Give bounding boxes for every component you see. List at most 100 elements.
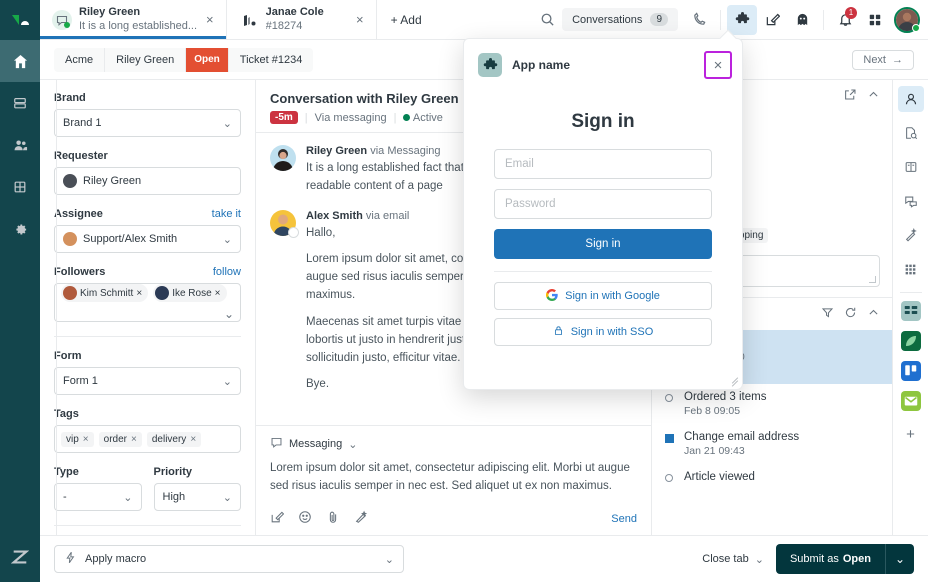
list-item[interactable]: Change email address Jan 21 09:43 [652,424,892,464]
requester-value: Riley Green [83,175,142,187]
sign-in-button[interactable]: Sign in [494,229,712,259]
conversations-pill[interactable]: Conversations 9 [562,8,678,31]
knowledge-icon[interactable] [898,154,924,180]
app-tile-leaf[interactable] [900,331,921,351]
brand-select[interactable]: Brand 1 ⌄ [54,109,241,137]
remove-icon[interactable]: × [215,288,221,299]
conversations-label: Conversations [572,13,643,26]
sidebar-item-customers[interactable] [0,124,40,166]
composer-channel-select[interactable]: Messaging ⌄ [270,436,637,452]
assignee-select[interactable]: Support/Alex Smith ⌄ [54,225,241,253]
collapse-icon[interactable] [867,306,880,322]
submit-label: Submit as Open [776,544,885,574]
follower-chip[interactable]: Ike Rose × [153,284,227,302]
sidebar-item-views[interactable] [0,82,40,124]
user-icon[interactable] [897,86,924,112]
tab-janae-cole[interactable]: Janae Cole #18274 × [227,0,377,39]
submit-button[interactable]: Submit as Open ⌄ [775,544,914,574]
compose-icon[interactable] [757,5,787,35]
sign-in-with-google-button[interactable]: Sign in with Google [494,282,712,310]
tag-chip[interactable]: order × [98,431,142,447]
priority-label: Priority [153,466,193,478]
chevron-down-icon: ⌄ [222,233,232,246]
form-select[interactable]: Form 1 ⌄ [54,367,241,395]
zendesk-mark[interactable] [0,532,40,582]
sidebar-item-home[interactable] [0,40,40,82]
breadcrumb-item-org[interactable]: Acme [54,47,106,72]
list-item[interactable]: Ordered 3 items Feb 8 09:05 [652,384,892,424]
google-icon [546,288,558,304]
chevron-down-icon[interactable]: ⌄ [224,307,234,321]
search-icon[interactable] [532,5,562,35]
field-tags: Tags vip × order × delivery × [54,408,241,453]
user-avatar[interactable] [894,6,920,33]
type-select[interactable]: - ⌄ [54,483,142,511]
call-icon [239,10,259,30]
list-item[interactable]: Article viewed [652,464,892,490]
bell-icon[interactable]: 1 [830,5,860,35]
chevron-down-icon: ⌄ [222,117,232,130]
tag-chip[interactable]: vip × [61,431,94,447]
send-button[interactable]: Send [611,513,637,525]
password-field[interactable]: Password [494,189,712,219]
add-tab-button[interactable]: + Add [377,0,436,39]
emoji-icon[interactable] [298,510,312,527]
tags-label: Tags [54,408,79,420]
remove-icon[interactable]: × [83,434,89,445]
magic-wand-icon[interactable] [898,222,924,248]
formatting-icon[interactable] [354,510,368,527]
app-tile-teal[interactable] [900,301,921,321]
follow-link[interactable]: follow [213,266,241,278]
zendesk-logo[interactable] [0,0,40,40]
tab-subtitle: It is a long established... [79,19,198,32]
sign-in-with-sso-button[interactable]: Sign in with SSO [494,318,712,346]
collapse-icon[interactable] [867,88,880,104]
tab-riley-green[interactable]: Riley Green It is a long established... … [40,0,227,39]
open-external-icon[interactable] [844,88,857,104]
breadcrumb-item-ticket[interactable]: Ticket #1234 [229,48,314,72]
compose-icon[interactable] [270,510,285,527]
plus-icon[interactable]: + [898,421,924,447]
close-icon[interactable]: × [704,51,732,79]
next-button[interactable]: Next → [852,49,914,70]
breadcrumb-item-requester[interactable]: Riley Green [105,47,187,72]
filter-icon[interactable] [821,306,834,322]
sidebar-item-organizations[interactable] [0,166,40,208]
sidebar-item-admin[interactable] [0,208,40,250]
followers-field[interactable]: Kim Schmitt × Ike Rose × ⌄ [54,283,241,322]
close-icon[interactable]: × [204,12,216,27]
conversations-count: 9 [650,13,668,26]
product-tray-icon[interactable] [860,5,890,35]
app-tile-trello[interactable] [900,361,921,381]
chevron-down-icon: ⌄ [384,553,394,566]
apps-grid-icon[interactable] [898,256,924,282]
chevron-down-icon[interactable]: ⌄ [886,544,914,574]
remove-icon[interactable]: × [190,434,196,445]
remove-icon[interactable]: × [136,288,142,299]
resize-handle[interactable] [731,377,739,387]
close-tab-button[interactable]: Close tab ⌄ [702,553,764,566]
refresh-icon[interactable] [844,306,857,322]
tag-chip[interactable]: delivery × [146,431,202,447]
conversations-icon[interactable] [898,188,924,214]
email-field[interactable]: Email [494,149,712,179]
message-channel: via email [365,209,410,222]
tag-label: order [103,433,127,445]
apps-puzzle-icon[interactable] [727,4,757,35]
avatar [63,232,77,246]
search-doc-icon[interactable] [898,120,924,146]
macro-bolt-icon [64,551,77,567]
apply-macro-field[interactable]: Apply macro ⌄ [54,545,404,573]
guide-icon[interactable] [787,5,817,35]
attachment-icon[interactable] [326,510,340,527]
tags-field[interactable]: vip × order × delivery × [54,425,241,453]
app-tile-mail[interactable] [900,391,921,411]
take-it-link[interactable]: take it [212,208,241,220]
remove-icon[interactable]: × [131,434,137,445]
phone-icon[interactable] [684,5,714,35]
follower-chip[interactable]: Kim Schmitt × [61,284,149,302]
priority-select[interactable]: High ⌄ [153,483,241,511]
close-icon[interactable]: × [354,12,366,27]
composer-input[interactable]: Lorem ipsum dolor sit amet, consectetur … [270,460,637,502]
requester-select[interactable]: Riley Green [54,167,241,195]
